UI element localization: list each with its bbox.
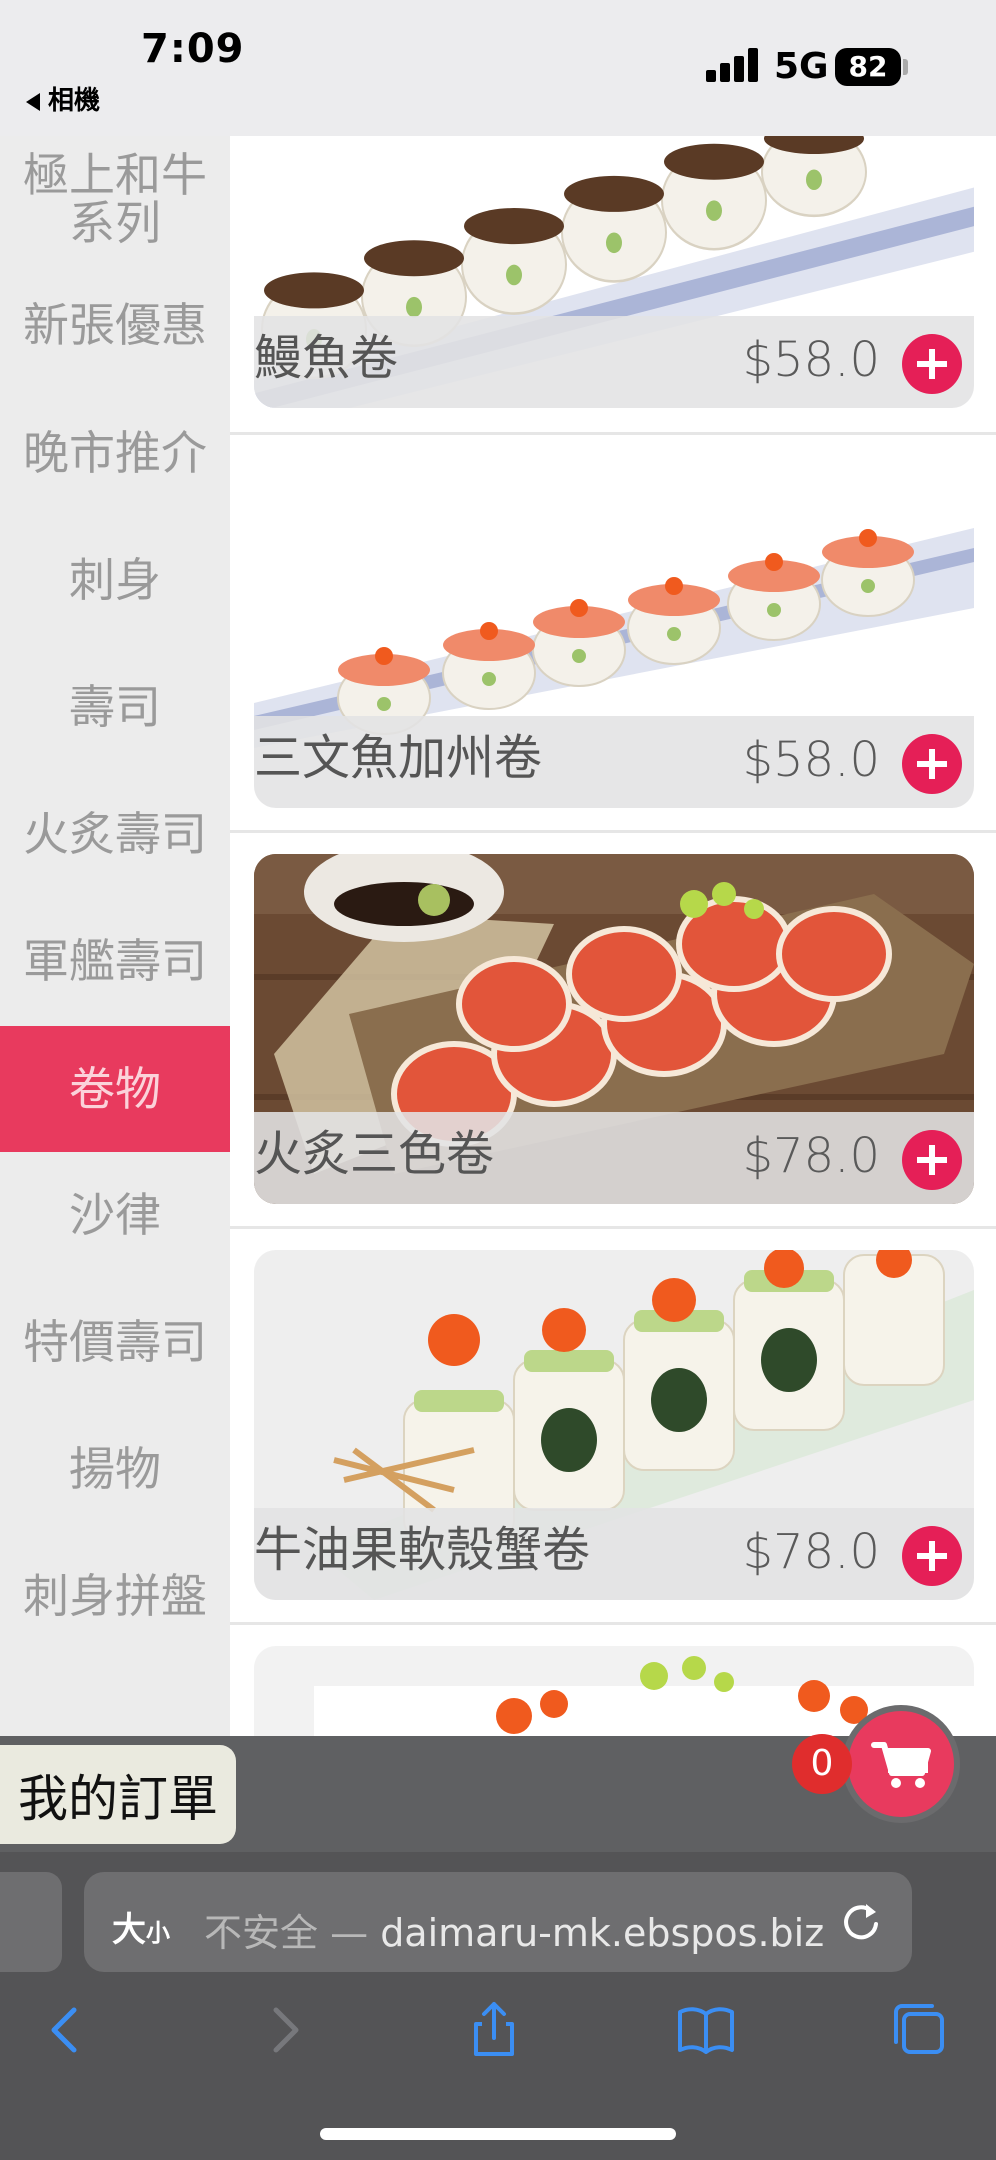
menu-item-card[interactable]: 火炙三色卷 $78.0 <box>254 854 974 1204</box>
share-icon[interactable] <box>464 2000 524 2060</box>
item-name: 鰻魚卷 <box>254 330 399 386</box>
add-to-cart-button[interactable] <box>902 734 962 794</box>
network-type: 5G <box>774 46 829 87</box>
divider <box>230 1226 996 1229</box>
menu-list: 鰻魚卷 $58.0 三文魚加州卷 $58.0 火炙三色卷 $78.0 牛油果軟殼… <box>230 136 996 1736</box>
status-time: 7:09 <box>141 26 245 72</box>
item-name: 牛油果軟殼蟹卷 <box>254 1522 591 1578</box>
divider <box>230 432 996 435</box>
security-label: 不安全 — <box>204 1911 369 1955</box>
sidebar-item-dinner-recommend[interactable]: 晚市推介 <box>0 390 230 516</box>
item-price: $78.0 <box>742 1524 880 1580</box>
battery-tip <box>903 59 908 75</box>
text-size-label: 大 <box>112 1910 146 1950</box>
bookmarks-icon[interactable] <box>676 2000 736 2060</box>
item-price: $78.0 <box>742 1128 880 1184</box>
sidebar-item-label: 沙律 <box>69 1188 161 1242</box>
back-triangle-icon <box>26 92 40 111</box>
sidebar-item-label: 卷物 <box>69 1062 161 1116</box>
sidebar-item-rolls[interactable]: 卷物 <box>0 1026 230 1152</box>
sidebar-item-sashimi[interactable]: 刺身 <box>0 517 230 643</box>
url-domain: daimaru-mk.ebspos.biz <box>380 1911 825 1955</box>
sidebar-item-label: 壽司 <box>69 680 161 734</box>
sidebar-item-gunkan-sushi[interactable]: 軍艦壽司 <box>0 898 230 1024</box>
cart-icon <box>871 1742 931 1788</box>
browser-toolbar: 大小 不安全 — daimaru-mk.ebspos.biz <box>0 1852 996 2160</box>
status-bar: 7:09 相機 5G 82 <box>0 0 996 136</box>
sidebar-item-label: 軍艦壽司 <box>23 934 207 988</box>
sidebar-item-label: 刺身 <box>69 553 161 607</box>
divider <box>230 830 996 833</box>
forward-arrow-icon[interactable] <box>254 2000 314 2060</box>
address-bar[interactable]: 大小 不安全 — daimaru-mk.ebspos.biz <box>84 1872 912 1972</box>
battery-icon: 82 <box>835 48 901 86</box>
category-sidebar: 極上和牛系列 新張優惠 晚市推介 刺身 壽司 火炙壽司 軍艦壽司 卷物 沙律 特… <box>0 136 230 1736</box>
sidebar-item-label: 火炙壽司 <box>23 807 207 861</box>
item-price: $58.0 <box>742 732 880 788</box>
sidebar-item-label: 揚物 <box>69 1442 161 1496</box>
sidebar-item-label: 新張優惠 <box>23 298 207 352</box>
divider <box>230 1622 996 1625</box>
sidebar-item-label: 特價壽司 <box>23 1315 207 1369</box>
my-order-button[interactable]: 我的訂單 <box>0 1745 236 1844</box>
sidebar-item-sashimi-platter[interactable]: 刺身拼盤 <box>0 1533 230 1659</box>
text-size-small: 小 <box>146 1919 170 1947</box>
reload-icon[interactable] <box>836 1898 886 1948</box>
sidebar-item-salad[interactable]: 沙律 <box>0 1152 230 1278</box>
sidebar-item-sushi[interactable]: 壽司 <box>0 644 230 770</box>
tabs-icon[interactable] <box>888 2000 948 2060</box>
cart-count-badge: 0 <box>792 1734 852 1794</box>
sidebar-item-aburi-sushi[interactable]: 火炙壽司 <box>0 771 230 897</box>
add-to-cart-button[interactable] <box>902 334 962 394</box>
add-to-cart-button[interactable] <box>902 1130 962 1190</box>
previous-tab[interactable] <box>0 1872 62 1972</box>
item-price: $58.0 <box>742 332 880 388</box>
sidebar-item-label: 極上和牛系列 <box>23 148 207 250</box>
menu-item-card[interactable]: 三文魚加州卷 $58.0 <box>254 458 974 808</box>
add-to-cart-button[interactable] <box>902 1526 962 1586</box>
sidebar-item-wagyu-series[interactable]: 極上和牛系列 <box>0 136 230 262</box>
home-indicator <box>320 2128 676 2140</box>
text-size-button[interactable]: 大小 <box>112 1902 170 1951</box>
sidebar-item-label: 刺身拼盤 <box>23 1569 207 1623</box>
cart-button[interactable] <box>842 1705 960 1823</box>
sidebar-item-fried[interactable]: 揚物 <box>0 1406 230 1532</box>
back-app-label: 相機 <box>48 86 101 116</box>
menu-item-card[interactable]: 鰻魚卷 $58.0 <box>254 136 974 408</box>
back-to-app-link[interactable]: 相機 <box>26 80 100 117</box>
sidebar-item-label: 晚市推介 <box>23 426 207 480</box>
sidebar-item-special-sushi[interactable]: 特價壽司 <box>0 1279 230 1405</box>
cellular-signal-icon <box>706 48 760 82</box>
item-name: 火炙三色卷 <box>254 1126 495 1182</box>
sidebar-item-new-opening-offer[interactable]: 新張優惠 <box>0 262 230 388</box>
item-name: 三文魚加州卷 <box>254 730 543 786</box>
back-arrow-icon[interactable] <box>36 2000 96 2060</box>
menu-item-card[interactable]: 牛油果軟殼蟹卷 $78.0 <box>254 1250 974 1600</box>
url-text: 不安全 — daimaru-mk.ebspos.biz <box>204 1902 824 1957</box>
